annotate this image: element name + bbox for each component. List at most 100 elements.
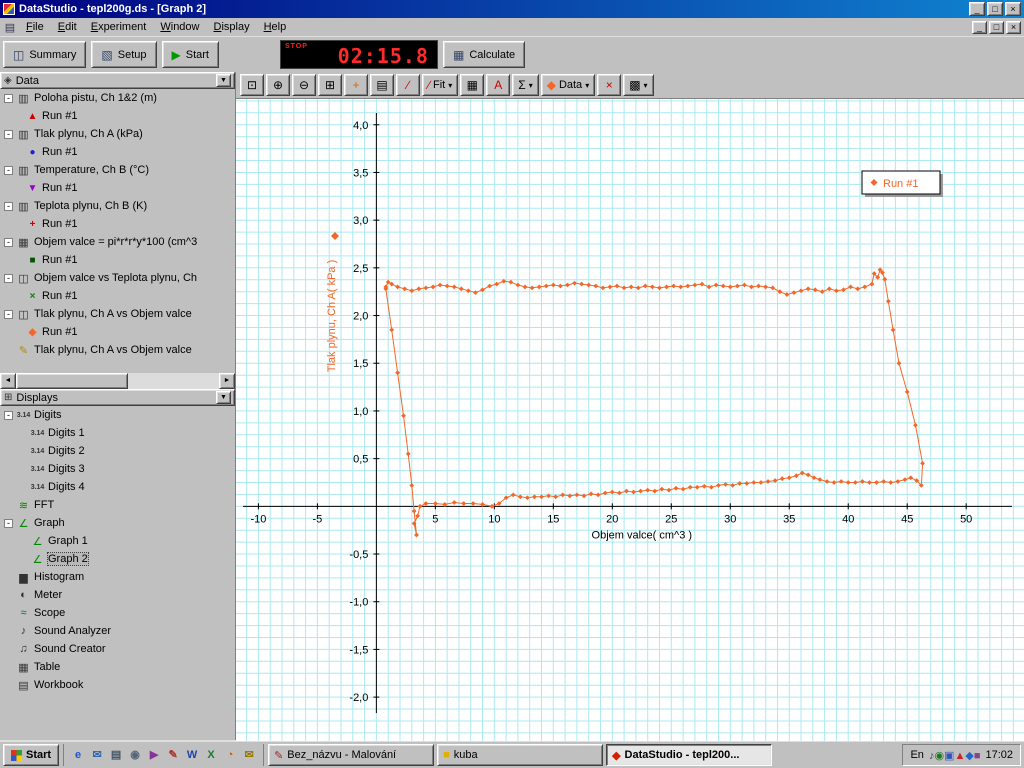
zoom-in-button[interactable]: ⊕ bbox=[266, 74, 290, 96]
delete-button[interactable]: × bbox=[597, 74, 622, 96]
menu-window[interactable]: Window bbox=[153, 19, 206, 35]
tree-expand-toggle[interactable]: - bbox=[4, 518, 13, 528]
display-child-item[interactable]: 3.14 Digits 4 bbox=[0, 478, 235, 496]
fit-dropdown[interactable]: ∕ Fit ▾ bbox=[422, 74, 459, 96]
show-desktop-icon[interactable]: ▤ bbox=[108, 747, 124, 763]
display-tree-item[interactable]: ≈ Scope bbox=[0, 604, 235, 622]
data-tree-item[interactable]: - ▦ Objem valce = pi*r*r*y*100 (cm^3 bbox=[0, 233, 235, 251]
text-tool-button[interactable]: A bbox=[486, 74, 511, 96]
data-run-item[interactable]: × Run #1 bbox=[0, 287, 235, 305]
maximize-button[interactable]: □ bbox=[987, 2, 1003, 16]
excel-icon[interactable]: X bbox=[203, 747, 219, 763]
scale-to-fit-button[interactable]: ⊡ bbox=[240, 74, 264, 96]
statistics-dropdown[interactable]: Σ ▾ bbox=[512, 74, 539, 96]
display-tree-item[interactable]: ≋ FFT bbox=[0, 496, 235, 514]
menu-experiment[interactable]: Experiment bbox=[84, 19, 154, 35]
data-run-item[interactable]: ▲ Run #1 bbox=[0, 107, 235, 125]
power-icon[interactable]: ◉ bbox=[934, 750, 944, 762]
smart-tool-button[interactable]: + bbox=[344, 74, 368, 96]
data-tree-scrollbar[interactable]: ◄ ► bbox=[0, 373, 235, 389]
display-child-item-selected[interactable]: ∠ Graph 2 bbox=[0, 550, 235, 568]
tree-expand-toggle[interactable]: - bbox=[4, 93, 13, 103]
outlook-icon[interactable]: ✉ bbox=[89, 747, 105, 763]
data-dropdown[interactable]: ◆ Data ▾ bbox=[540, 74, 596, 96]
data-tree-item[interactable]: - ◫ Objem valce vs Teplota plynu, Ch bbox=[0, 269, 235, 287]
start-menu-button[interactable]: Start bbox=[3, 744, 60, 766]
scroll-left-button[interactable]: ◄ bbox=[0, 373, 16, 389]
display-tree-item[interactable]: ♫ Sound Creator bbox=[0, 640, 235, 658]
display-child-item[interactable]: 3.14 Digits 1 bbox=[0, 424, 235, 442]
svg-text:-2,0: -2,0 bbox=[349, 692, 368, 704]
browser-icon[interactable]: ◔ bbox=[222, 747, 238, 763]
scrollbar-track[interactable] bbox=[16, 373, 219, 389]
ie-icon[interactable]: e bbox=[70, 747, 86, 763]
data-tree-item[interactable]: - ▥ Temperature, Ch B (°C) bbox=[0, 161, 235, 179]
tree-expand-toggle[interactable]: - bbox=[4, 309, 13, 319]
tree-expand-toggle[interactable]: - bbox=[4, 165, 13, 175]
data-panel-dropdown[interactable]: ▼ bbox=[216, 74, 231, 87]
task-datastudio[interactable]: ◆ DataStudio - tepl200... bbox=[606, 744, 773, 766]
data-run-item[interactable]: ◆ Run #1 bbox=[0, 323, 235, 341]
paint-icon[interactable]: ✎ bbox=[165, 747, 181, 763]
data-tree-item[interactable]: - ◫ Tlak plynu, Ch A vs Objem valce bbox=[0, 305, 235, 323]
child-restore-button[interactable]: □ bbox=[989, 20, 1004, 34]
data-run-item[interactable]: ● Run #1 bbox=[0, 143, 235, 161]
menu-file[interactable]: File bbox=[19, 19, 51, 35]
close-button[interactable]: × bbox=[1005, 2, 1021, 16]
data-tree-item[interactable]: - ▥ Tlak plynu, Ch A (kPa) bbox=[0, 125, 235, 143]
slope-tool-button[interactable]: ∕ bbox=[396, 74, 420, 96]
tree-expand-toggle[interactable]: - bbox=[4, 410, 13, 420]
language-indicator[interactable]: En bbox=[910, 749, 923, 761]
messenger-icon[interactable]: ◆ bbox=[965, 750, 973, 762]
task-folder-kuba[interactable]: ■ kuba bbox=[437, 744, 604, 766]
display-tree-item[interactable]: ▦ Table bbox=[0, 658, 235, 676]
display-child-item[interactable]: ∠ Graph 1 bbox=[0, 532, 235, 550]
tree-expand-toggle[interactable]: - bbox=[4, 273, 13, 283]
data-run-item[interactable]: ■ Run #1 bbox=[0, 251, 235, 269]
scrollbar-thumb[interactable] bbox=[16, 373, 128, 389]
setup-button[interactable]: ▧ Setup bbox=[91, 41, 157, 68]
menu-display[interactable]: Display bbox=[207, 19, 257, 35]
menu-help[interactable]: Help bbox=[257, 19, 294, 35]
note-tool-button[interactable]: ▤ bbox=[370, 74, 394, 96]
display-tree-item[interactable]: ♪ Sound Analyzer bbox=[0, 622, 235, 640]
word-icon[interactable]: W bbox=[184, 747, 200, 763]
start-button[interactable]: ▶ Start bbox=[161, 41, 219, 68]
display-child-item[interactable]: 3.14 Digits 3 bbox=[0, 460, 235, 478]
data-run-item[interactable]: ▼ Run #1 bbox=[0, 179, 235, 197]
channels-icon[interactable]: ◉ bbox=[127, 747, 143, 763]
antivirus-icon[interactable]: ▲ bbox=[954, 750, 965, 762]
mail-icon[interactable]: ✉ bbox=[241, 747, 257, 763]
display-tree-item[interactable]: - ∠ Graph bbox=[0, 514, 235, 532]
data-tree-item[interactable]: - ▥ Teplota plynu, Ch B (K) bbox=[0, 197, 235, 215]
graph-settings-dropdown[interactable]: ▩ ▾ bbox=[623, 74, 654, 96]
display-child-item[interactable]: 3.14 Digits 2 bbox=[0, 442, 235, 460]
zoom-out-button[interactable]: ⊖ bbox=[292, 74, 316, 96]
tree-expand-toggle[interactable]: - bbox=[4, 129, 13, 139]
zoom-select-button[interactable]: ⊞ bbox=[318, 74, 342, 96]
display-tree-item[interactable]: ▤ Workbook bbox=[0, 676, 235, 694]
displays-panel-dropdown[interactable]: ▼ bbox=[216, 391, 231, 404]
scheduler-icon[interactable]: ■ bbox=[974, 750, 981, 762]
menu-edit[interactable]: Edit bbox=[51, 19, 84, 35]
tree-expand-toggle[interactable]: - bbox=[4, 237, 13, 247]
tree-expand-toggle[interactable]: - bbox=[4, 201, 13, 211]
calculate-button[interactable]: ▦ Calculate bbox=[442, 41, 526, 68]
data-run-item[interactable]: + Run #1 bbox=[0, 215, 235, 233]
media-player-icon[interactable]: ▶ bbox=[146, 747, 162, 763]
child-close-button[interactable]: × bbox=[1006, 20, 1021, 34]
display-icon[interactable]: ▣ bbox=[944, 750, 954, 762]
summary-button[interactable]: ◫ Summary bbox=[3, 41, 87, 68]
data-tree-item[interactable]: - ▥ Poloha pistu, Ch 1&2 (m) bbox=[0, 89, 235, 107]
minimize-button[interactable]: _ bbox=[969, 2, 985, 16]
child-minimize-button[interactable]: _ bbox=[972, 20, 987, 34]
calculator-button[interactable]: ▦ bbox=[460, 74, 485, 96]
display-tree-item[interactable]: ◐ Meter bbox=[0, 586, 235, 604]
display-tree-item[interactable]: -3.14 Digits bbox=[0, 406, 235, 424]
data-tree-item[interactable]: ✎ Tlak plynu, Ch A vs Objem valce bbox=[0, 341, 235, 359]
task-paint[interactable]: ✎ Bez_názvu - Malování bbox=[268, 744, 435, 766]
pressure-volume-chart[interactable]: -10 -5 5 10 15 20 25 30 35 40 45 50 4,0 3,5 3,0 2,5 2,0 1… bbox=[236, 99, 1024, 741]
fit-icon: ∕ bbox=[428, 78, 431, 92]
display-tree-item[interactable]: ▆ Histogram bbox=[0, 568, 235, 586]
scroll-right-button[interactable]: ► bbox=[219, 373, 235, 389]
